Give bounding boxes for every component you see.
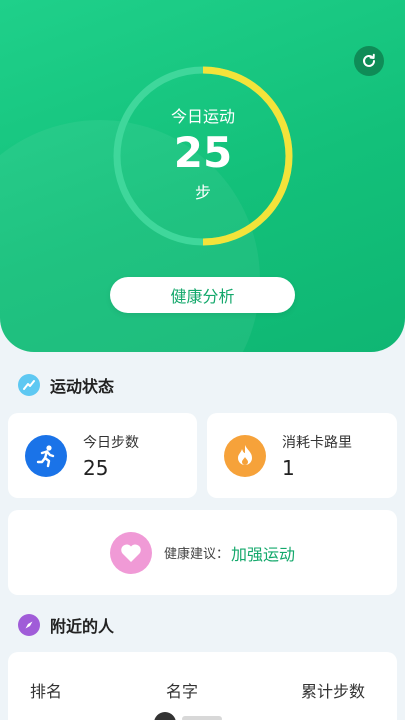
- column-total-steps[interactable]: 累计步数: [301, 678, 365, 702]
- step-counter: 今日运动 25 步: [111, 64, 295, 248]
- health-advice-card[interactable]: 健康建议： 加强运动: [8, 510, 397, 595]
- refresh-icon: [363, 53, 375, 67]
- list-item-name: [182, 716, 222, 720]
- calories-label: 消耗卡路里: [282, 434, 352, 451]
- hero-panel: 今日运动 25 步 健康分析: [0, 0, 405, 352]
- motion-status-header: 运动状态: [18, 373, 114, 397]
- steps-unit: 步: [194, 183, 211, 202]
- column-name[interactable]: 名字: [166, 678, 198, 702]
- flame-icon: [224, 434, 266, 477]
- heart-icon: [109, 531, 152, 574]
- trend-icon: [18, 374, 40, 396]
- today-steps-label: 今日步数: [83, 434, 139, 451]
- today-steps-value: 25: [173, 128, 233, 177]
- nearby-header: 附近的人: [18, 613, 114, 637]
- calories-value: 1: [282, 455, 295, 480]
- compass-icon: [18, 614, 40, 636]
- health-advice-value: 加强运动: [231, 544, 296, 564]
- column-rank[interactable]: 排名: [30, 678, 62, 702]
- nearby-ranking-table: 排名 名字 累计步数: [8, 652, 397, 720]
- today-exercise-label: 今日运动: [170, 107, 235, 126]
- motion-status-title: 运动状态: [50, 377, 115, 396]
- avatar: [154, 712, 176, 720]
- running-person-icon: [25, 434, 67, 477]
- today-steps-card[interactable]: 今日步数 25: [8, 413, 197, 498]
- refresh-button[interactable]: [354, 46, 384, 76]
- health-analysis-button[interactable]: 健康分析: [110, 277, 295, 313]
- today-steps-count: 25: [83, 455, 109, 480]
- calories-card[interactable]: 消耗卡路里 1: [207, 413, 397, 498]
- nearby-title: 附近的人: [50, 617, 115, 636]
- health-advice-label: 健康建议：: [163, 547, 229, 562]
